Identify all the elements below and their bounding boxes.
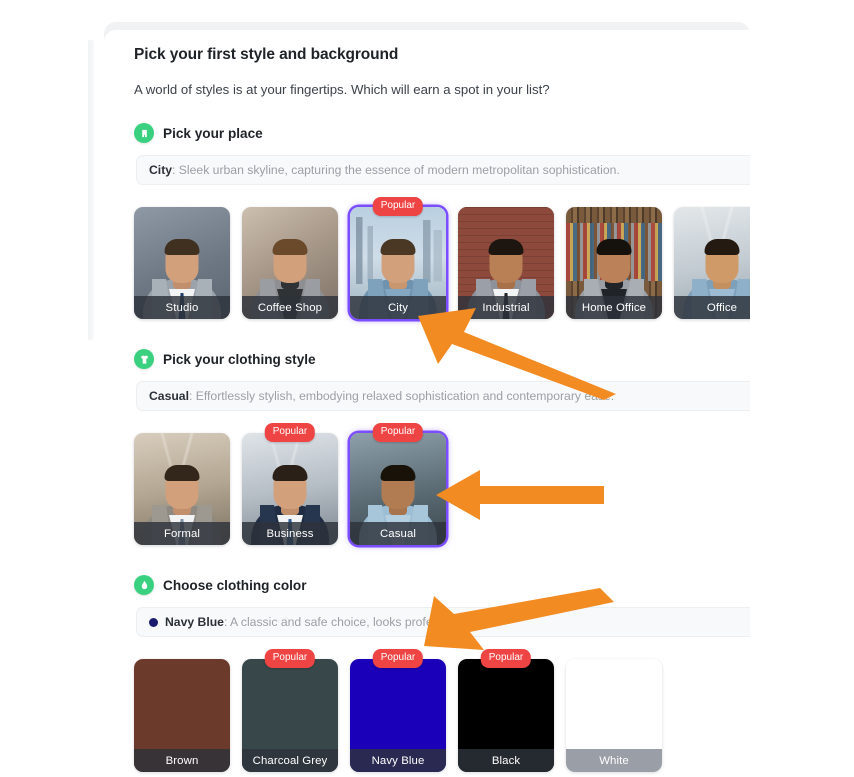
clothing-style-option-casual[interactable]: Popular Casual — [350, 423, 446, 545]
card-label: Studio — [134, 296, 230, 319]
place-option-city[interactable]: Popular City — [350, 197, 446, 319]
section-title: Choose clothing color — [163, 577, 307, 593]
card-label: Home Office — [566, 296, 662, 319]
card-label: White — [566, 749, 662, 772]
clothing-style-option-formal[interactable]: Formal — [134, 433, 230, 545]
card-label: Office — [674, 296, 750, 319]
shirt-icon — [134, 349, 154, 369]
place-option-home-office[interactable]: Home Office — [566, 207, 662, 319]
section-title: Pick your place — [163, 125, 263, 141]
section-pick-your-place: Pick your place City: Sleek urban skylin… — [134, 123, 750, 319]
selection-name: Navy Blue — [165, 615, 224, 629]
popular-badge: Popular — [372, 423, 424, 442]
clothing-color-option-charcoal-grey[interactable]: Popular Charcoal Grey — [242, 649, 338, 772]
clothing-color-option-black[interactable]: Popular Black — [458, 649, 554, 772]
style-picker-panel: Pick your first style and background A w… — [104, 30, 750, 777]
card-label: Industrial — [458, 296, 554, 319]
card-label: Coffee Shop — [242, 296, 338, 319]
popular-badge: Popular — [264, 423, 316, 442]
selection-description: City: Sleek urban skyline, capturing the… — [136, 155, 750, 185]
clothing-color-option-brown[interactable]: Brown — [134, 659, 230, 772]
place-option-row: Studio Coffee Shop Popular City Industri… — [134, 197, 750, 319]
card-label: Business — [242, 522, 338, 545]
section-header: Pick your place — [134, 123, 750, 143]
place-option-studio[interactable]: Studio — [134, 207, 230, 319]
page-title: Pick your first style and background — [134, 46, 399, 63]
card-label: Black — [458, 749, 554, 772]
place-option-industrial[interactable]: Industrial — [458, 207, 554, 319]
left-rail-edge — [88, 40, 94, 340]
section-header: Pick your clothing style — [134, 349, 750, 369]
clothing-style-option-row: Formal Popular Business Popular Casual — [134, 423, 750, 545]
popular-badge: Popular — [264, 649, 316, 668]
place-option-coffee-shop[interactable]: Coffee Shop — [242, 207, 338, 319]
clothing-color-option-row: Brown Popular Charcoal Grey Popular Navy… — [134, 649, 750, 772]
clothing-color-option-white[interactable]: White — [566, 659, 662, 772]
selection-name: City — [149, 163, 173, 177]
card-label: City — [350, 296, 446, 319]
popular-badge: Popular — [372, 197, 424, 216]
building-icon — [134, 123, 154, 143]
left-rail — [0, 0, 96, 777]
selection-description: Navy Blue: A classic and safe choice, lo… — [136, 607, 750, 637]
selection-text: : A classic and safe choice, looks profe… — [223, 615, 474, 629]
clothing-style-option-business[interactable]: Popular Business — [242, 423, 338, 545]
app-root: Pick your first style and background A w… — [0, 0, 854, 777]
popular-badge: Popular — [372, 649, 424, 668]
selected-color-dot — [149, 617, 158, 627]
color-drop-icon — [134, 575, 154, 595]
section-header: Choose clothing color — [134, 575, 750, 595]
section-choose-clothing-color: Choose clothing color Navy Blue: A class… — [134, 575, 750, 772]
page-subtitle: A world of styles is at your fingertips.… — [134, 82, 550, 97]
card-label: Charcoal Grey — [242, 749, 338, 772]
clothing-color-option-navy-blue[interactable]: Popular Navy Blue — [350, 649, 446, 772]
section-pick-your-clothing-style: Pick your clothing style Casual: Effortl… — [134, 349, 750, 545]
selection-name: Casual — [149, 389, 189, 403]
card-label: Brown — [134, 749, 230, 772]
selection-text: : Sleek urban skyline, capturing the ess… — [172, 163, 620, 177]
section-title: Pick your clothing style — [163, 351, 316, 367]
card-label: Casual — [350, 522, 446, 545]
card-label: Formal — [134, 522, 230, 545]
card-label: Navy Blue — [350, 749, 446, 772]
selection-description: Casual: Effortlessly stylish, embodying … — [136, 381, 750, 411]
selection-text: : Effortlessly stylish, embodying relaxe… — [188, 389, 615, 403]
place-option-office[interactable]: Office — [674, 207, 750, 319]
popular-badge: Popular — [480, 649, 532, 668]
